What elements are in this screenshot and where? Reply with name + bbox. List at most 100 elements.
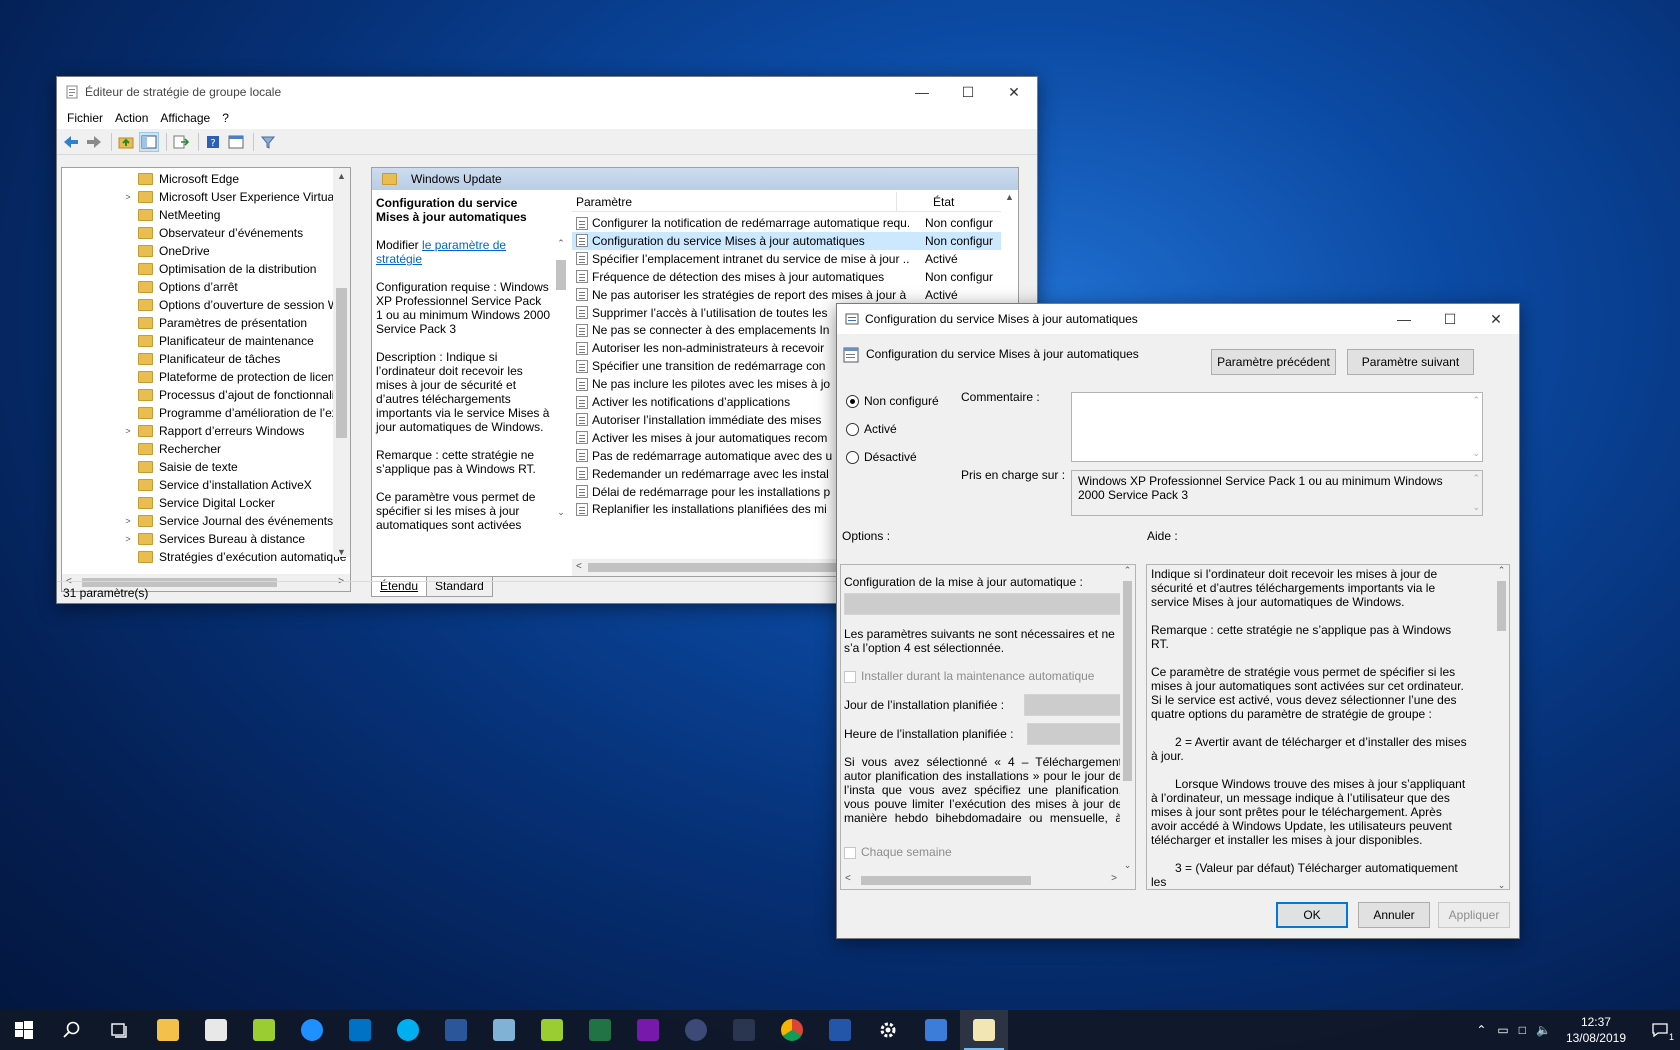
clock[interactable]: 12:37 13/08/2019 bbox=[1566, 1014, 1626, 1046]
tree-item[interactable]: > Services Bureau à distance bbox=[62, 530, 350, 548]
tree-view[interactable]: Microsoft Edge > Microsoft User Experience… bbox=[61, 167, 351, 592]
maximize-button[interactable]: ☐ bbox=[945, 77, 991, 107]
gpedit-taskbar-icon[interactable] bbox=[960, 1010, 1008, 1050]
back-icon[interactable] bbox=[61, 132, 81, 152]
tree-item[interactable]: > Service Journal des événements bbox=[62, 512, 350, 530]
store-icon[interactable] bbox=[192, 1010, 240, 1050]
skype-icon[interactable] bbox=[384, 1010, 432, 1050]
outlook-icon[interactable] bbox=[336, 1010, 384, 1050]
tree-item[interactable]: Processus d’ajout de fonctionnalité bbox=[62, 386, 350, 404]
tray-chevron-up-icon[interactable]: ⌃ bbox=[1476, 1023, 1486, 1037]
tree-item[interactable]: NetMeeting bbox=[62, 206, 350, 224]
previous-setting-button[interactable]: Paramètre précédent bbox=[1211, 349, 1336, 375]
remote-app-icon[interactable] bbox=[720, 1010, 768, 1050]
radio-enabled[interactable]: Activé bbox=[846, 422, 897, 436]
help-vscroll-thumb[interactable] bbox=[1497, 581, 1506, 631]
radio-disabled[interactable]: Désactivé bbox=[846, 450, 917, 464]
opt-config-dropdown[interactable] bbox=[844, 593, 1122, 615]
menu-action[interactable]: Action bbox=[109, 111, 154, 125]
radio-enabled-dot[interactable] bbox=[846, 422, 859, 436]
policy-row[interactable]: Configurer la notification de redémarrag… bbox=[572, 214, 1001, 232]
export-list-icon[interactable] bbox=[171, 132, 191, 152]
expand-chevron-icon[interactable]: > bbox=[122, 426, 134, 436]
menu-help[interactable]: ? bbox=[216, 111, 235, 125]
minimize-button[interactable]: — bbox=[899, 77, 945, 107]
search-icon[interactable] bbox=[48, 1010, 96, 1050]
opt-maint-box[interactable] bbox=[844, 670, 856, 683]
tree-item[interactable]: Observateur d’événements bbox=[62, 224, 350, 242]
policy-row[interactable]: Ne pas autoriser les stratégies de repor… bbox=[572, 286, 1001, 304]
excel-icon[interactable] bbox=[576, 1010, 624, 1050]
expand-chevron-icon[interactable]: > bbox=[122, 192, 134, 202]
tree-item[interactable]: Planificateur de tâches bbox=[62, 350, 350, 368]
eraser-app-icon[interactable] bbox=[480, 1010, 528, 1050]
properties-icon[interactable] bbox=[226, 132, 246, 152]
tree-item[interactable]: Paramètres de présentation bbox=[62, 314, 350, 332]
options-hscroll-thumb[interactable] bbox=[861, 876, 1031, 885]
opt-weekly-checkbox[interactable]: Chaque semaine bbox=[844, 845, 952, 859]
start-button[interactable] bbox=[0, 1010, 48, 1050]
close-button[interactable]: ✕ bbox=[991, 77, 1037, 107]
radio-disabled-dot[interactable] bbox=[846, 450, 859, 464]
desc-vscrollbar[interactable]: ⌃ ⌄ bbox=[554, 238, 568, 518]
tray-network-icon[interactable]: □ bbox=[1519, 1023, 1526, 1037]
dialog-maximize-button[interactable]: ☐ bbox=[1427, 304, 1473, 334]
tree-item[interactable]: Stratégies d’exécution automatique bbox=[62, 548, 350, 566]
expand-chevron-icon[interactable]: > bbox=[122, 534, 134, 544]
tree-item[interactable]: Rechercher bbox=[62, 440, 350, 458]
forward-icon[interactable] bbox=[84, 132, 104, 152]
next-setting-button[interactable]: Paramètre suivant bbox=[1347, 349, 1474, 375]
opt-weekly-box[interactable] bbox=[844, 846, 856, 859]
settings-gear-icon[interactable] bbox=[864, 1010, 912, 1050]
menu-fichier[interactable]: Fichier bbox=[61, 111, 109, 125]
terminal-icon[interactable] bbox=[912, 1010, 960, 1050]
tree-item[interactable]: > Rapport d’erreurs Windows bbox=[62, 422, 350, 440]
action-center-icon[interactable]: 1 bbox=[1640, 1010, 1680, 1050]
opt-maint-checkbox[interactable]: Installer durant la maintenance automati… bbox=[844, 669, 1094, 683]
radio-not-configured[interactable]: Non configuré bbox=[846, 394, 939, 408]
word-icon[interactable] bbox=[432, 1010, 480, 1050]
dialog-minimize-button[interactable]: — bbox=[1381, 304, 1427, 334]
tree-item[interactable]: Saisie de texte bbox=[62, 458, 350, 476]
powershell-icon[interactable] bbox=[816, 1010, 864, 1050]
tree-item[interactable]: Optimisation de la distribution bbox=[62, 260, 350, 278]
options-hscrollbar[interactable]: < > bbox=[841, 871, 1135, 889]
col-etat[interactable]: État bbox=[933, 195, 954, 209]
menu-affichage[interactable]: Affichage bbox=[154, 111, 216, 125]
ok-button[interactable]: OK bbox=[1276, 902, 1348, 928]
policy-row[interactable]: Configuration du service Mises à jour au… bbox=[572, 231, 1001, 250]
expand-chevron-icon[interactable]: > bbox=[122, 516, 134, 526]
dialog-close-button[interactable]: ✕ bbox=[1473, 304, 1519, 334]
up-folder-icon[interactable] bbox=[116, 132, 136, 152]
internet-explorer-icon[interactable] bbox=[288, 1010, 336, 1050]
policy-row[interactable]: Fréquence de détection des mises à jour … bbox=[572, 268, 1001, 286]
opt-day-dropdown[interactable] bbox=[1024, 694, 1122, 716]
show-tree-icon[interactable] bbox=[139, 131, 159, 152]
tray-volume-icon[interactable]: 🔈 bbox=[1536, 1023, 1551, 1037]
desc-vscroll-thumb[interactable] bbox=[556, 260, 566, 290]
tree-item[interactable]: Service Digital Locker bbox=[62, 494, 350, 512]
notes-app-icon[interactable] bbox=[528, 1010, 576, 1050]
onenote-icon[interactable] bbox=[624, 1010, 672, 1050]
tree-item[interactable]: Planificateur de maintenance bbox=[62, 332, 350, 350]
options-vscrollbar[interactable]: ⌃ ⌄ bbox=[1120, 565, 1135, 871]
tree-vscrollbar[interactable]: ▲ ▼ bbox=[333, 168, 350, 557]
radio-not-configured-dot[interactable] bbox=[846, 394, 859, 408]
tree-item[interactable]: Programme d’amélioration de l’exp bbox=[62, 404, 350, 422]
tree-item[interactable]: > Microsoft User Experience Virtualiza bbox=[62, 188, 350, 206]
tree-item[interactable]: Microsoft Edge bbox=[62, 170, 350, 188]
tree-item[interactable]: OneDrive bbox=[62, 242, 350, 260]
opt-hour-dropdown[interactable] bbox=[1027, 723, 1122, 745]
task-view-icon[interactable] bbox=[96, 1010, 144, 1050]
options-vscroll-thumb[interactable] bbox=[1123, 581, 1132, 781]
tree-vscroll-thumb[interactable] bbox=[336, 288, 347, 438]
file-explorer-icon[interactable] bbox=[144, 1010, 192, 1050]
dialog-titlebar[interactable]: Configuration du service Mises à jour au… bbox=[837, 304, 1519, 334]
chrome-icon[interactable] bbox=[768, 1010, 816, 1050]
apply-button[interactable]: Appliquer bbox=[1438, 902, 1510, 928]
tree-item[interactable]: Plateforme de protection de licence bbox=[62, 368, 350, 386]
help-icon[interactable]: ? bbox=[203, 132, 223, 152]
help-vscrollbar[interactable]: ⌃ ⌄ bbox=[1494, 565, 1509, 889]
cancel-button[interactable]: Annuler bbox=[1358, 902, 1430, 928]
tree-item[interactable]: Service d’installation ActiveX bbox=[62, 476, 350, 494]
